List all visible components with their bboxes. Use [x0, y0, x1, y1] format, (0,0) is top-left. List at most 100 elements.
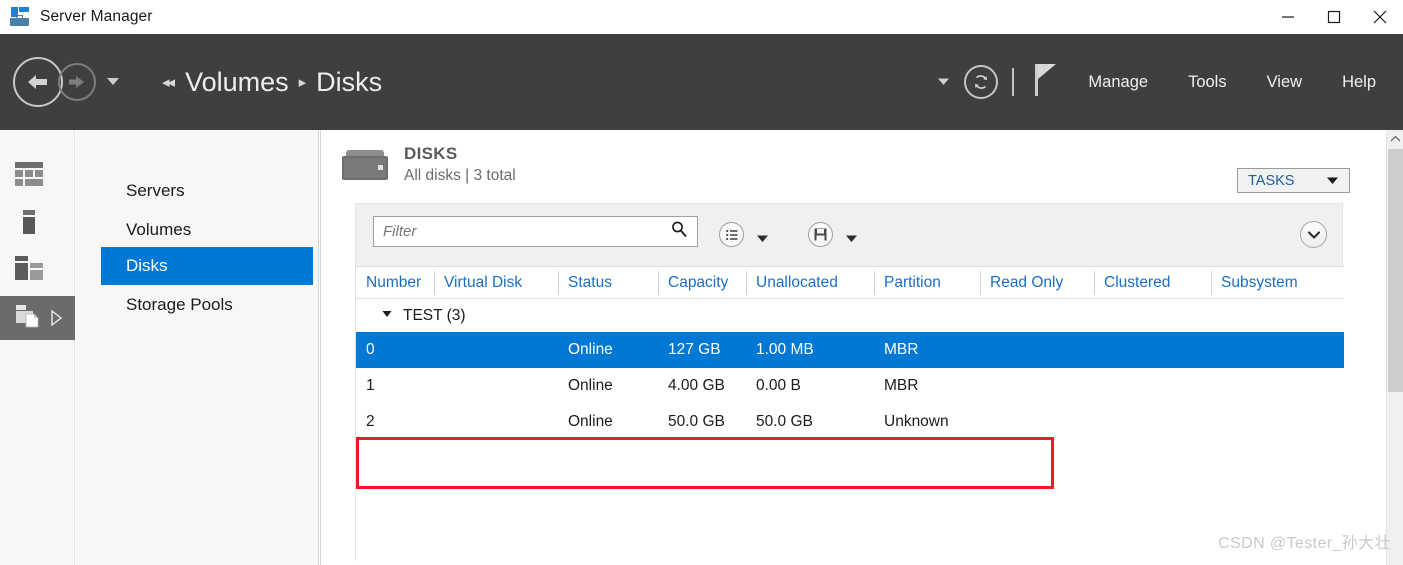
nav-item-label: Storage Pools — [126, 295, 233, 314]
list-view-dropdown-icon[interactable] — [756, 230, 769, 248]
rail-item-dashboard[interactable] — [0, 154, 75, 198]
content-area: DISKS All disks | 3 total TASKS Filter N… — [320, 130, 1388, 565]
page-title: DISKS — [404, 144, 458, 163]
cell-unallocated: 0.00 B — [756, 377, 801, 394]
cell-capacity: 127 GB — [668, 341, 721, 358]
cell-number: 2 — [366, 413, 375, 430]
icon-rail — [0, 130, 75, 565]
watermark: CSDN @Tester_孙大壮 — [1218, 535, 1391, 552]
table-row[interactable]: 0 Online 127 GB 1.00 MB MBR — [356, 332, 1344, 368]
cell-virtual-disk — [434, 368, 558, 404]
nav-item-volumes[interactable]: Volumes — [101, 211, 313, 249]
history-dropdown-icon[interactable] — [106, 73, 120, 91]
server-manager-window: Server Manager ◂◂ Volumes ▸ Disks Manage… — [0, 0, 1403, 565]
table-group-row[interactable]: TEST (3) — [356, 299, 1344, 332]
column-header-clustered[interactable]: Clustered — [1094, 267, 1211, 299]
breadcrumb-separator-icon: ▸ — [298, 74, 307, 91]
back-arrow-icon[interactable] — [13, 57, 63, 107]
breadcrumb-item-volumes[interactable]: Volumes — [185, 67, 289, 98]
table-row[interactable]: 2 Online 50.0 GB 50.0 GB Unknown — [356, 404, 1344, 440]
column-header-unallocated[interactable]: Unallocated — [746, 267, 874, 299]
file-storage-services-icon — [14, 303, 44, 334]
cell-partition: MBR — [884, 377, 919, 394]
tasks-button[interactable]: TASKS — [1237, 168, 1350, 193]
flag-icon[interactable] — [1034, 62, 1060, 103]
forward-arrow-icon[interactable] — [58, 63, 96, 101]
disks-header: DISKS All disks | 3 total — [340, 144, 516, 185]
menu-help[interactable]: Help — [1342, 73, 1376, 92]
disk-icon — [340, 148, 390, 180]
dashboard-icon — [14, 161, 44, 192]
cell-status: Online — [568, 341, 613, 358]
scroll-up-button[interactable] — [1387, 130, 1403, 148]
notifications-dropdown-icon[interactable] — [937, 73, 950, 91]
rail-item-local-server[interactable] — [0, 202, 75, 246]
maximize-button[interactable] — [1311, 0, 1357, 34]
search-icon[interactable] — [670, 220, 688, 243]
cell-status: Online — [568, 413, 613, 430]
filter-row — [356, 204, 1344, 266]
local-server-icon — [14, 209, 44, 240]
cell-partition: Unknown — [884, 413, 949, 430]
search-input[interactable] — [374, 223, 670, 240]
server-manager-icon — [9, 6, 31, 28]
filter-box[interactable] — [373, 216, 698, 247]
title-bar: Server Manager — [0, 0, 1403, 34]
nav-item-storage-pools[interactable]: Storage Pools — [101, 286, 313, 324]
cell-virtual-disk — [434, 404, 558, 440]
list-view-icon[interactable] — [719, 222, 744, 247]
cell-unallocated: 50.0 GB — [756, 413, 813, 430]
column-header-capacity[interactable]: Capacity — [658, 267, 746, 299]
minimize-button[interactable] — [1265, 0, 1311, 34]
disks-table: Number Virtual Disk Status Capacity Unal… — [356, 266, 1344, 562]
refresh-icon[interactable] — [964, 65, 999, 99]
column-header-subsystem[interactable]: Subsystem — [1211, 267, 1344, 299]
save-icon[interactable] — [808, 222, 833, 247]
group-collapse-icon[interactable] — [381, 307, 393, 325]
column-header-virtual-disk[interactable]: Virtual Disk — [434, 267, 558, 299]
page-subtitle: All disks | 3 total — [404, 167, 516, 184]
cell-partition: MBR — [884, 341, 919, 358]
cell-capacity: 4.00 GB — [668, 377, 725, 394]
column-header-partition[interactable]: Partition — [874, 267, 980, 299]
column-header-status[interactable]: Status — [558, 267, 658, 299]
cell-virtual-disk — [434, 332, 558, 368]
save-dropdown-icon[interactable] — [845, 230, 858, 248]
rail-item-file-storage-services[interactable] — [0, 296, 75, 340]
nav-item-disks[interactable]: Disks — [101, 247, 313, 285]
menu-manage[interactable]: Manage — [1088, 73, 1148, 92]
cell-number: 1 — [366, 377, 375, 394]
command-bar: ◂◂ Volumes ▸ Disks Manage Tools View Hel… — [0, 34, 1403, 130]
close-button[interactable] — [1357, 0, 1403, 34]
menu-view[interactable]: View — [1267, 73, 1302, 92]
cell-number: 0 — [366, 341, 375, 358]
breadcrumb-item-disks[interactable]: Disks — [316, 67, 382, 98]
rail-item-all-servers[interactable] — [0, 248, 75, 292]
nav-item-label: Volumes — [126, 220, 192, 239]
breadcrumb-back-icon[interactable]: ◂◂ — [162, 73, 175, 91]
nav-item-label: Servers — [126, 181, 185, 200]
column-header-number[interactable]: Number — [356, 267, 434, 299]
table-header-row: Number Virtual Disk Status Capacity Unal… — [356, 267, 1344, 299]
command-bar-right: Manage Tools View Help — [937, 34, 1403, 130]
menu-tools[interactable]: Tools — [1188, 73, 1227, 92]
window-title: Server Manager — [40, 8, 153, 25]
all-servers-icon — [14, 255, 44, 286]
vertical-scrollbar[interactable] — [1386, 130, 1403, 565]
navigation-pane: Servers Volumes Disks Storage Pools — [76, 130, 319, 565]
toolbar-separator — [1012, 68, 1015, 96]
disks-panel: Number Virtual Disk Status Capacity Unal… — [355, 203, 1344, 562]
column-header-read-only[interactable]: Read Only — [980, 267, 1094, 299]
chevron-down-icon[interactable] — [1300, 221, 1327, 248]
scrollbar-thumb[interactable] — [1388, 149, 1403, 392]
chevron-down-icon — [1326, 172, 1339, 190]
window-controls — [1265, 0, 1403, 34]
nav-item-label: Disks — [126, 256, 168, 275]
cell-status: Online — [568, 377, 613, 394]
nav-item-servers[interactable]: Servers — [101, 172, 313, 210]
cell-unallocated: 1.00 MB — [756, 341, 814, 358]
cell-capacity: 50.0 GB — [668, 413, 725, 430]
rail-expand-icon[interactable] — [49, 309, 63, 332]
tasks-label: TASKS — [1248, 172, 1295, 189]
table-row[interactable]: 1 Online 4.00 GB 0.00 B MBR — [356, 368, 1344, 404]
